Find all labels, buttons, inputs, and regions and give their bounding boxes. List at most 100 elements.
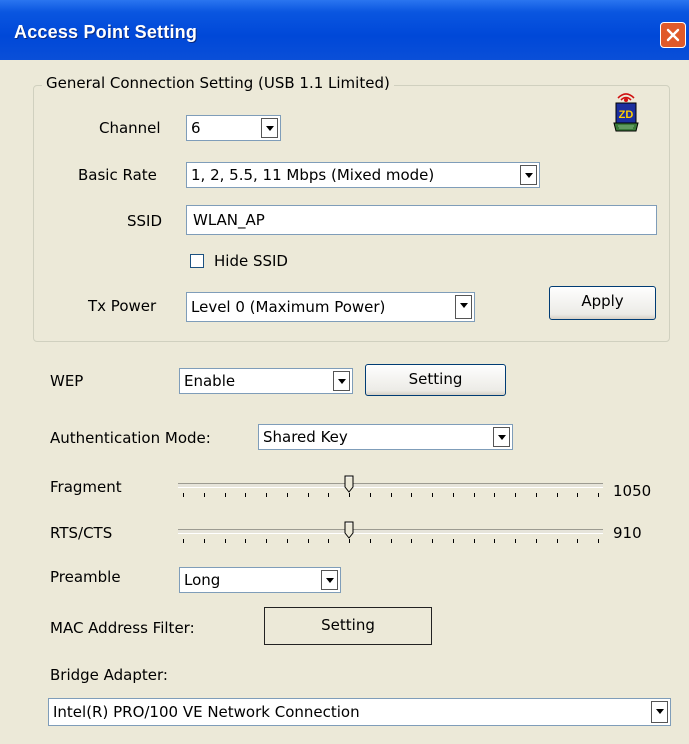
apply-button[interactable]: Apply	[549, 286, 656, 320]
slider-tick	[432, 539, 433, 543]
slider-tick	[245, 493, 246, 497]
chevron-down-icon[interactable]	[261, 118, 278, 138]
slider-tick	[204, 493, 205, 497]
bridge-adapter-value: Intel(R) PRO/100 VE Network Connection	[53, 703, 360, 721]
chevron-down-icon[interactable]	[333, 371, 350, 391]
basic-rate-label: Basic Rate	[78, 166, 157, 184]
preamble-label: Preamble	[50, 568, 121, 586]
slider-tick	[474, 493, 475, 497]
ssid-input[interactable]: WLAN_AP	[186, 205, 657, 235]
slider-tick	[411, 493, 412, 497]
title-bar[interactable]: Access Point Setting	[0, 0, 689, 60]
ssid-label: SSID	[127, 212, 163, 230]
fragment-value: 1050	[613, 482, 652, 500]
channel-label: Channel	[99, 119, 161, 137]
rts-cts-label: RTS/CTS	[50, 524, 113, 542]
slider-tick	[349, 539, 350, 543]
bridge-adapter-label: Bridge Adapter:	[50, 666, 168, 684]
slider-tick	[204, 539, 205, 543]
slider-tick	[245, 539, 246, 543]
channel-select[interactable]: 6	[186, 115, 281, 141]
slider-tick	[183, 539, 184, 543]
slider-tick	[370, 493, 371, 497]
slider-tick	[536, 493, 537, 497]
tx-power-label: Tx Power	[88, 297, 157, 315]
slider-tick	[266, 493, 267, 497]
chevron-down-icon[interactable]	[651, 701, 668, 723]
hide-ssid-checkbox[interactable]	[190, 254, 204, 268]
slider-track	[178, 483, 603, 488]
slider-tick	[287, 493, 288, 497]
close-icon	[666, 28, 680, 42]
wep-value: Enable	[184, 372, 236, 390]
close-button[interactable]	[660, 22, 686, 48]
bridge-adapter-select[interactable]: Intel(R) PRO/100 VE Network Connection	[48, 698, 671, 726]
slider-tick	[308, 539, 309, 543]
slider-tick	[225, 493, 226, 497]
slider-tick	[349, 493, 350, 497]
slider-tick	[515, 539, 516, 543]
slider-tick	[557, 493, 558, 497]
hide-ssid-label[interactable]: Hide SSID	[214, 252, 288, 270]
chevron-down-icon[interactable]	[520, 165, 537, 185]
chevron-down-icon[interactable]	[455, 295, 472, 319]
slider-tick	[432, 493, 433, 497]
fragment-slider[interactable]	[178, 475, 603, 502]
wep-setting-button[interactable]: Setting	[365, 364, 506, 396]
slider-tick	[266, 539, 267, 543]
basic-rate-value: 1, 2, 5.5, 11 Mbps (Mixed mode)	[191, 166, 435, 184]
slider-tick	[557, 539, 558, 543]
slider-tick	[453, 493, 454, 497]
mac-filter-setting-button[interactable]: Setting	[264, 607, 432, 645]
mac-address-filter-label: MAC Address Filter:	[50, 619, 195, 637]
basic-rate-select[interactable]: 1, 2, 5.5, 11 Mbps (Mixed mode)	[186, 162, 540, 188]
chevron-down-icon[interactable]	[493, 427, 510, 447]
slider-tick	[328, 539, 329, 543]
authentication-mode-label: Authentication Mode:	[50, 429, 211, 447]
preamble-value: Long	[184, 571, 221, 589]
slider-tick	[183, 493, 184, 497]
preamble-select[interactable]: Long	[179, 567, 341, 593]
slider-tick	[598, 493, 599, 497]
slider-tick	[577, 539, 578, 543]
fragment-label: Fragment	[50, 478, 122, 496]
slider-tick	[411, 539, 412, 543]
tx-power-value: Level 0 (Maximum Power)	[191, 298, 386, 316]
slider-tick	[577, 493, 578, 497]
chevron-down-icon[interactable]	[321, 570, 338, 590]
slider-tick	[474, 539, 475, 543]
slider-tick	[515, 493, 516, 497]
slider-thumb[interactable]	[344, 475, 354, 493]
rts-cts-slider[interactable]	[178, 521, 603, 548]
channel-value: 6	[191, 119, 201, 137]
slider-thumb[interactable]	[344, 521, 354, 539]
tx-power-select[interactable]: Level 0 (Maximum Power)	[186, 292, 475, 322]
slider-tick	[453, 539, 454, 543]
slider-tick	[494, 539, 495, 543]
logo-text: ZD	[619, 109, 634, 121]
apply-button-label: Apply	[581, 292, 624, 310]
slider-tick	[370, 539, 371, 543]
slider-tick	[391, 493, 392, 497]
slider-tick	[308, 493, 309, 497]
slider-tick	[536, 539, 537, 543]
slider-tick	[287, 539, 288, 543]
wep-select[interactable]: Enable	[179, 368, 353, 394]
slider-track	[178, 529, 603, 534]
wep-label: WEP	[50, 372, 84, 390]
access-point-setting-window: Access Point Setting General Connection …	[0, 0, 689, 744]
zydas-logo-icon: ZD	[613, 91, 639, 133]
slider-ticks	[178, 539, 603, 545]
authentication-mode-select[interactable]: Shared Key	[258, 424, 513, 450]
authentication-mode-value: Shared Key	[263, 428, 348, 446]
mac-filter-setting-label: Setting	[321, 616, 375, 634]
slider-tick	[494, 493, 495, 497]
slider-tick	[328, 493, 329, 497]
slider-tick	[391, 539, 392, 543]
slider-tick	[225, 539, 226, 543]
slider-tick	[598, 539, 599, 543]
group-legend: General Connection Setting (USB 1.1 Limi…	[42, 74, 394, 92]
ssid-value: WLAN_AP	[193, 211, 265, 229]
window-title: Access Point Setting	[14, 22, 198, 42]
wep-setting-label: Setting	[408, 370, 463, 388]
